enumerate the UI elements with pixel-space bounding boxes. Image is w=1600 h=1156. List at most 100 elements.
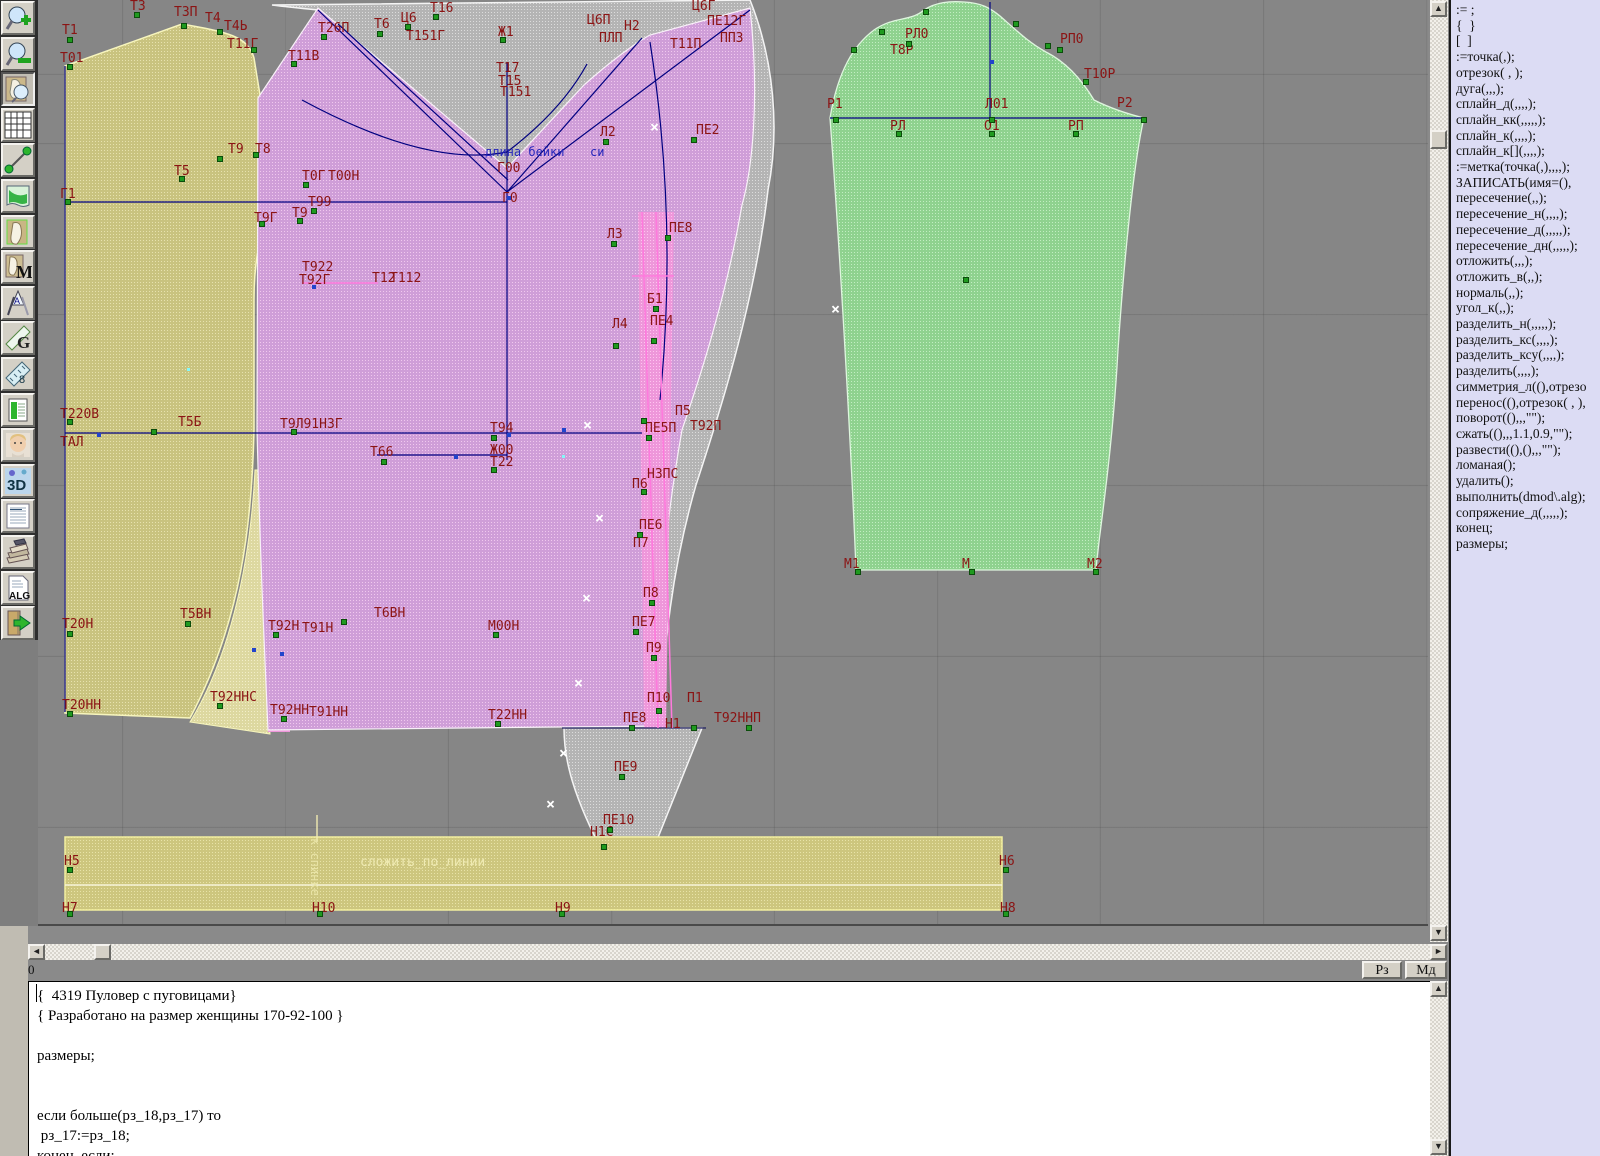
command-list-item[interactable]: развести((),(),,,""); <box>1456 442 1600 458</box>
auxiliary-point <box>562 428 566 432</box>
editor-vscroll-up-arrow-icon[interactable]: ▲ <box>1430 981 1447 997</box>
command-list-item[interactable]: отрезок( , ); <box>1456 65 1600 81</box>
construction-point <box>747 726 751 730</box>
construction-point <box>68 420 72 424</box>
command-list-item[interactable]: угол_к(,,); <box>1456 300 1600 316</box>
auxiliary-point <box>454 455 458 459</box>
command-list-item[interactable]: пересечение(,,); <box>1456 190 1600 206</box>
segment-button[interactable] <box>1 143 35 177</box>
canvas-hscroll-thumb[interactable] <box>94 944 111 960</box>
canvas-hscroll-left-arrow-icon[interactable]: ◄ <box>28 944 45 960</box>
pattern-label: Н10 <box>312 902 335 915</box>
command-list-item[interactable]: дуга(,,,); <box>1456 81 1600 97</box>
piece-frame-button[interactable] <box>1 215 35 249</box>
construction-point <box>180 177 184 181</box>
command-list-item[interactable]: нормаль(,,); <box>1456 285 1600 301</box>
pattern-label: Л4 <box>612 318 628 331</box>
command-list-item[interactable]: удалить(); <box>1456 473 1600 489</box>
drawing-canvas[interactable]: Т1Т01Т3Т3ПТ4Т4ЬТ11ГТ11ВТ26ПТ6Ц6Т16Т151ГЖ… <box>38 0 1428 926</box>
command-list-item[interactable]: перенос((),отрезок( , ), <box>1456 395 1600 411</box>
command-list-item[interactable]: :=метка(точка(,),,,,); <box>1456 159 1600 175</box>
threed-button[interactable]: 3D <box>1 464 35 498</box>
md-button[interactable]: Мд <box>1405 961 1447 979</box>
pattern-label: сложить_по_линии <box>360 856 485 869</box>
spreadsheet-icon <box>4 396 32 424</box>
command-list-item[interactable]: сплайн_к[](,,,,); <box>1456 143 1600 159</box>
svg-text:ALG: ALG <box>9 591 30 602</box>
canvas-vscroll-thumb[interactable] <box>1430 130 1447 149</box>
mannequin-button[interactable] <box>1 428 35 462</box>
algorithm-text-editor[interactable]: { 4319 Пуловер с пуговицами} { Разработа… <box>28 981 1430 1156</box>
list-button[interactable] <box>1 499 35 533</box>
pattern-label: Т151Г <box>406 30 445 43</box>
editor-text[interactable]: { 4319 Пуловер с пуговицами} { Разработа… <box>37 986 1430 1156</box>
measure-button[interactable]: 8 <box>1 357 35 391</box>
grid-button[interactable] <box>1 108 35 142</box>
piece-green-sleeve[interactable] <box>830 2 1144 570</box>
exit-button[interactable] <box>1 606 35 640</box>
command-list-item[interactable]: :=точка(,); <box>1456 49 1600 65</box>
canvas-vscroll-up-arrow-icon[interactable]: ▲ <box>1430 1 1447 17</box>
pattern-label: Г00 <box>497 162 520 175</box>
command-list-item[interactable]: сжать((),,,1.1,0.9,""); <box>1456 426 1600 442</box>
algorithm-button[interactable]: ALG <box>1 571 35 605</box>
grading-button[interactable]: G <box>1 321 35 355</box>
command-list-item[interactable]: ломаная(); <box>1456 457 1600 473</box>
pattern-label: Л3 <box>607 228 623 241</box>
pattern-label: П8 <box>643 587 659 600</box>
piece-band[interactable] <box>65 837 1002 910</box>
table-button[interactable] <box>1 393 35 427</box>
model-button[interactable]: M <box>1 250 35 284</box>
command-list-item[interactable]: симметрия_л((),отрезо <box>1456 379 1600 395</box>
editor-vscroll-track[interactable] <box>1430 981 1448 1156</box>
pattern-label: Т91Н <box>302 622 333 635</box>
command-list-item[interactable]: := ; <box>1456 2 1600 18</box>
command-list-item[interactable]: отложить_в(,,); <box>1456 269 1600 285</box>
pattern-label: Т0Г <box>302 170 325 183</box>
command-list-item[interactable]: пересечение_н(,,,,); <box>1456 206 1600 222</box>
command-list-item[interactable]: разделить_ксу(,,,,); <box>1456 347 1600 363</box>
command-list-item[interactable]: сплайн_кк(,,,,,); <box>1456 112 1600 128</box>
command-list-item[interactable]: ЗАПИСАТЬ(имя=(), <box>1456 175 1600 191</box>
pattern-label: РЛ0 <box>905 28 928 41</box>
command-list-item[interactable]: пересечение_д(,,,,,); <box>1456 222 1600 238</box>
library-button[interactable] <box>1 535 35 569</box>
canvas-vscroll-down-arrow-icon[interactable]: ▼ <box>1430 925 1447 941</box>
cross-marker-icon: × <box>650 122 659 132</box>
command-list-item[interactable]: { } <box>1456 18 1600 34</box>
magnifier-minus-icon <box>4 40 32 68</box>
command-list-item[interactable]: отложить(,,,); <box>1456 253 1600 269</box>
band-vertical-label: к спинке <box>308 838 322 896</box>
command-list-item[interactable]: разделить_кс(,,,,); <box>1456 332 1600 348</box>
drafting-button[interactable]: A <box>1 286 35 320</box>
command-list-item[interactable]: конец; <box>1456 520 1600 536</box>
zoom-out-button[interactable] <box>1 37 35 71</box>
command-list-item[interactable]: поворот((),,,""); <box>1456 410 1600 426</box>
canvas-hscroll-right-arrow-icon[interactable]: ► <box>1430 944 1447 960</box>
command-list-item[interactable]: [ ] <box>1456 33 1600 49</box>
command-reference-panel: := ;{ }[ ]:=точка(,);отрезок( , );дуга(,… <box>1449 0 1600 1156</box>
command-list-item[interactable]: сплайн_к(,,,,); <box>1456 128 1600 144</box>
text-caret <box>36 984 37 1002</box>
pattern-label: ПЕ5П <box>645 422 676 435</box>
command-list-item[interactable]: сплайн_д(,,,,); <box>1456 96 1600 112</box>
construction-point <box>652 339 656 343</box>
command-list-item[interactable]: сопряжение_д(,,,,,); <box>1456 505 1600 521</box>
command-list-item[interactable]: размеры; <box>1456 536 1600 552</box>
construction-point <box>68 712 72 716</box>
editor-vscroll-down-arrow-icon[interactable]: ▼ <box>1430 1139 1447 1155</box>
rz-button[interactable]: Рз <box>1362 961 1402 979</box>
image-button[interactable] <box>1 179 35 213</box>
command-list-item[interactable]: разделить(,,,,); <box>1456 363 1600 379</box>
command-list-item[interactable]: разделить_н(,,,,,); <box>1456 316 1600 332</box>
zoom-in-button[interactable] <box>1 1 35 35</box>
command-list-item[interactable]: выполнить(dmod\.alg); <box>1456 489 1600 505</box>
construction-point <box>66 200 70 204</box>
view-piece-button[interactable] <box>1 72 35 106</box>
construction-point <box>218 704 222 708</box>
pattern-label: Т99 <box>308 196 331 209</box>
canvas-hscroll-track[interactable] <box>28 944 1447 960</box>
piece-lens-icon <box>4 75 32 103</box>
pattern-label: ПЕ6 <box>639 519 662 532</box>
command-list-item[interactable]: пересечение_дн(,,,,,); <box>1456 238 1600 254</box>
